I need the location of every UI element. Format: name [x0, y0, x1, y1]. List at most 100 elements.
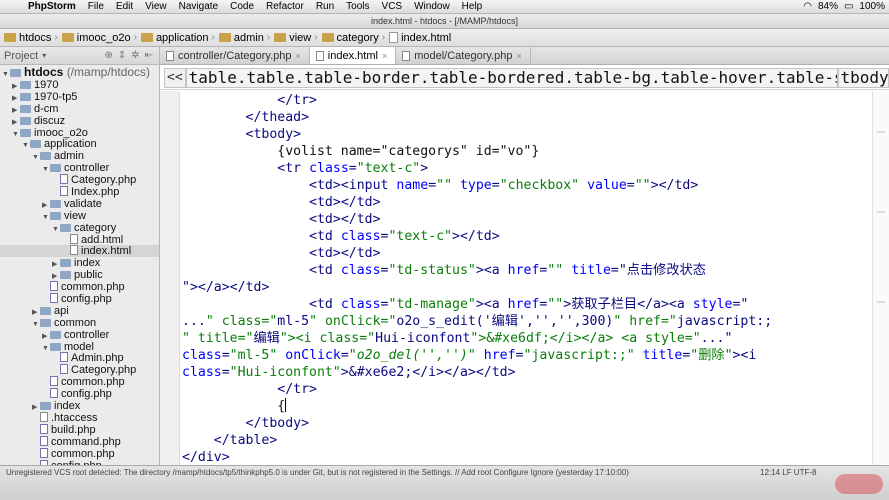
code-line[interactable]: </thead> — [182, 109, 310, 126]
tag-breadcrumb-current[interactable]: tbody — [837, 67, 889, 88]
menu-item[interactable]: Window — [408, 1, 456, 12]
tree-item[interactable]: Category.php — [0, 364, 159, 376]
tree-item-label: imooc_o2o — [34, 126, 88, 139]
close-icon[interactable]: × — [296, 51, 301, 61]
tree-item[interactable]: config.php — [0, 293, 159, 305]
editor-tab[interactable]: index.html × — [309, 47, 397, 64]
close-icon[interactable]: × — [516, 51, 521, 61]
code-line[interactable]: </tbody> — [182, 415, 310, 432]
tree-item[interactable]: ▶ d-cm — [0, 103, 159, 115]
tree-item[interactable]: ▶ api — [0, 305, 159, 317]
code-line[interactable]: </div> — [182, 449, 230, 465]
tag-breadcrumb-path[interactable]: table.table.table-border.table-bordered.… — [185, 67, 838, 88]
chevron-right-icon: › — [381, 32, 386, 43]
tree-item[interactable]: ▼ application — [0, 138, 159, 150]
tree-item[interactable]: ▶ controller — [0, 329, 159, 341]
menu-item[interactable]: Navigate — [173, 1, 224, 12]
code-line[interactable]: </table> — [182, 432, 278, 449]
tree-item[interactable]: Admin.php — [0, 352, 159, 364]
gear-icon[interactable]: ✲ — [131, 50, 139, 61]
editor-tab[interactable]: controller/Category.php × — [160, 47, 310, 64]
breadcrumb-item[interactable]: admin › — [217, 32, 272, 44]
tree-item[interactable]: add.html — [0, 233, 159, 246]
code-line[interactable]: <td class="text-c"></td> — [182, 228, 500, 245]
tree-item[interactable]: ▼ view — [0, 210, 159, 222]
tag-breadcrumb-back[interactable]: << — [164, 67, 186, 88]
tree-item[interactable]: ▼ common — [0, 317, 159, 329]
tree-item[interactable]: command.php — [0, 435, 159, 448]
code-line[interactable]: </tr> — [182, 381, 317, 398]
tree-item[interactable]: build.php — [0, 423, 159, 436]
wifi-icon[interactable]: ◠ — [803, 1, 812, 12]
code-line[interactable]: </tr> — [182, 92, 317, 109]
code-line[interactable]: class="Hui-iconfont">&#xe6e2;</i></a></t… — [182, 364, 516, 381]
code-line[interactable]: " title="编辑"><i class="Hui-iconfont">&#x… — [182, 330, 732, 347]
battery-label[interactable]: 84% — [818, 1, 838, 12]
project-panel-label[interactable]: Project — [4, 50, 38, 62]
chevron-down-icon[interactable]: ▾ — [42, 51, 46, 60]
tree-item[interactable]: ▶ index — [0, 257, 159, 269]
tree-item[interactable]: ▼ controller — [0, 162, 159, 174]
breadcrumb-item[interactable]: htdocs › — [2, 32, 60, 44]
code-line[interactable]: ..." class="ml-5" onClick="o2o_s_edit('编… — [182, 313, 772, 330]
hide-icon[interactable]: ⇤ — [145, 50, 153, 61]
volume-label[interactable]: 100% — [859, 1, 885, 12]
tree-item[interactable]: common.php — [0, 447, 159, 460]
tree-item[interactable]: ▼ category — [0, 222, 159, 234]
menu-item[interactable]: Edit — [110, 1, 139, 12]
tree-item[interactable]: ▼ imooc_o2o — [0, 127, 159, 139]
menu-item[interactable]: Run — [310, 1, 340, 12]
code-line[interactable]: <td></td> — [182, 194, 381, 211]
tree-item[interactable]: ▼ admin — [0, 150, 159, 162]
sync-icon[interactable]: ⊕ — [104, 50, 112, 61]
code-line[interactable]: {volist name="categorys" id="vo"} — [182, 143, 539, 160]
code-line[interactable]: <td></td> — [182, 245, 381, 262]
tree-item[interactable]: ▶ validate — [0, 198, 159, 210]
code-line[interactable]: <tr class="text-c"> — [182, 160, 428, 177]
menu-app[interactable]: PhpStorm — [22, 1, 82, 12]
breadcrumb-item[interactable]: index.html — [387, 32, 453, 44]
tree-item[interactable]: index.html — [0, 245, 159, 257]
menu-item[interactable]: Tools — [340, 1, 375, 12]
tree-item[interactable]: ▶ discuz — [0, 115, 159, 127]
menu-item[interactable]: Refactor — [260, 1, 310, 12]
status-message[interactable]: Unregistered VCS root detected: The dire… — [6, 468, 629, 477]
menu-item[interactable]: File — [82, 1, 110, 12]
code-line[interactable]: <td><input name="" type="checkbox" value… — [182, 177, 698, 194]
cursor-position[interactable]: 12:14 LF UTF-8 — [760, 468, 816, 477]
tree-root[interactable]: ▼ htdocs (/mamp/htdocs) — [0, 65, 159, 79]
code-line[interactable]: <td class="td-manage"><a href="">获取子栏目</… — [182, 296, 748, 313]
breadcrumb-item[interactable]: view › — [272, 32, 319, 44]
menu-item[interactable]: Code — [224, 1, 260, 12]
breadcrumb-item[interactable]: category › — [320, 32, 388, 44]
menu-item[interactable]: Help — [456, 1, 489, 12]
tree-item[interactable]: ▶ index — [0, 400, 159, 412]
file-icon — [70, 245, 78, 256]
breadcrumb-item[interactable]: application › — [139, 32, 217, 44]
editor-scrollbar[interactable] — [872, 91, 889, 465]
code-editor[interactable]: </tr> </thead> <tbody> {volist name="cat… — [182, 91, 872, 465]
battery-icon[interactable]: ▭ — [844, 1, 853, 12]
tree-item[interactable]: .htaccess — [0, 411, 159, 424]
editor-tab[interactable]: model/Category.php × — [396, 47, 531, 64]
collapse-icon[interactable]: ⇕ — [118, 50, 126, 61]
tree-item[interactable]: Index.php — [0, 186, 159, 198]
tree-item[interactable]: ▶ 1970 — [0, 79, 159, 91]
menu-item[interactable]: VCS — [376, 1, 409, 12]
tree-item[interactable]: Category.php — [0, 174, 159, 186]
tree-item[interactable]: common.php — [0, 281, 159, 293]
code-line[interactable]: { — [182, 398, 287, 415]
code-line[interactable]: <td></td> — [182, 211, 381, 228]
menu-item[interactable]: View — [139, 1, 173, 12]
code-line[interactable]: class="ml-5" onClick="o2o_del('','')" hr… — [182, 347, 756, 364]
tree-item[interactable]: common.php — [0, 376, 159, 388]
breadcrumb-item[interactable]: imooc_o2o › — [60, 32, 139, 44]
close-icon[interactable]: × — [382, 51, 387, 61]
code-line[interactable]: <td class="td-status"><a href="" title="… — [182, 262, 706, 279]
code-line[interactable]: "></a></td> — [182, 279, 269, 296]
code-line[interactable]: <tbody> — [182, 126, 302, 143]
tree-item[interactable]: ▶ 1970-tp5 — [0, 91, 159, 103]
tree-item[interactable]: ▶ public — [0, 269, 159, 281]
tree-item[interactable]: ▼ model — [0, 341, 159, 353]
tree-item[interactable]: config.php — [0, 388, 159, 400]
